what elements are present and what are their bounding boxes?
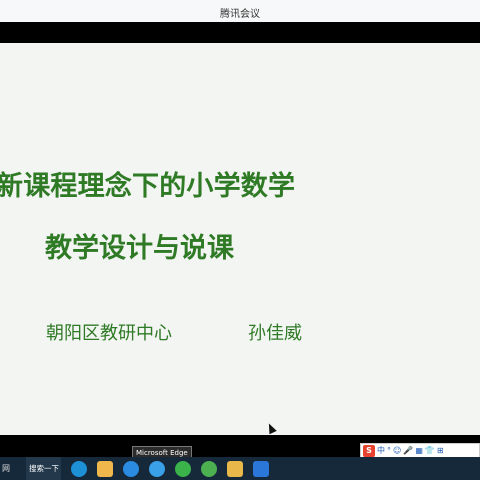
ime-toolbar[interactable]: S 中 ° ☺ 🎤 ▦ 👕 ⊞: [360, 443, 480, 458]
sogou-logo-icon[interactable]: S: [363, 444, 375, 457]
slide-title-line1: 新课程理念下的小学数学: [0, 171, 296, 202]
window-title: 腾讯会议: [220, 9, 260, 20]
ime-mode-chinese[interactable]: 中: [377, 445, 385, 456]
ime-emoji-icon[interactable]: ☺: [393, 446, 401, 455]
file-explorer-app-icon[interactable]: [227, 460, 243, 477]
wechat-app-icon[interactable]: [175, 460, 191, 477]
360-app-icon[interactable]: [201, 460, 217, 477]
taskbar-search-box[interactable]: 搜索一下: [26, 457, 61, 480]
slide-organization: 朝阳区教研中心: [46, 323, 172, 344]
mouse-cursor-icon: [265, 421, 277, 435]
ime-keyboard-icon[interactable]: ▦: [415, 446, 423, 455]
ime-tools-icon[interactable]: ⊞: [437, 446, 444, 455]
ime-skin-icon[interactable]: 👕: [425, 446, 435, 455]
taskbar-left-label[interactable]: 网: [0, 457, 26, 480]
ime-voice-icon[interactable]: 🎤: [403, 446, 413, 455]
slide-title-line2: 教学设计与说课: [45, 233, 234, 264]
top-letterbox: [0, 22, 480, 43]
shared-slide: 新课程理念下的小学数学 教学设计与说课 朝阳区教研中心 孙佳威: [0, 43, 480, 435]
ime-punct-icon[interactable]: °: [387, 446, 391, 455]
sogou-browser-app-icon[interactable]: [149, 460, 165, 477]
clock-app-icon[interactable]: [71, 460, 87, 477]
tencent-meeting-app-icon[interactable]: [253, 460, 269, 477]
store-app-icon[interactable]: [97, 460, 113, 477]
slide-author: 孙佳威: [248, 323, 302, 344]
windows-taskbar: 网 搜索一下: [0, 457, 480, 480]
window-titlebar: 腾讯会议: [0, 0, 480, 23]
edge-app-icon[interactable]: [123, 460, 139, 477]
